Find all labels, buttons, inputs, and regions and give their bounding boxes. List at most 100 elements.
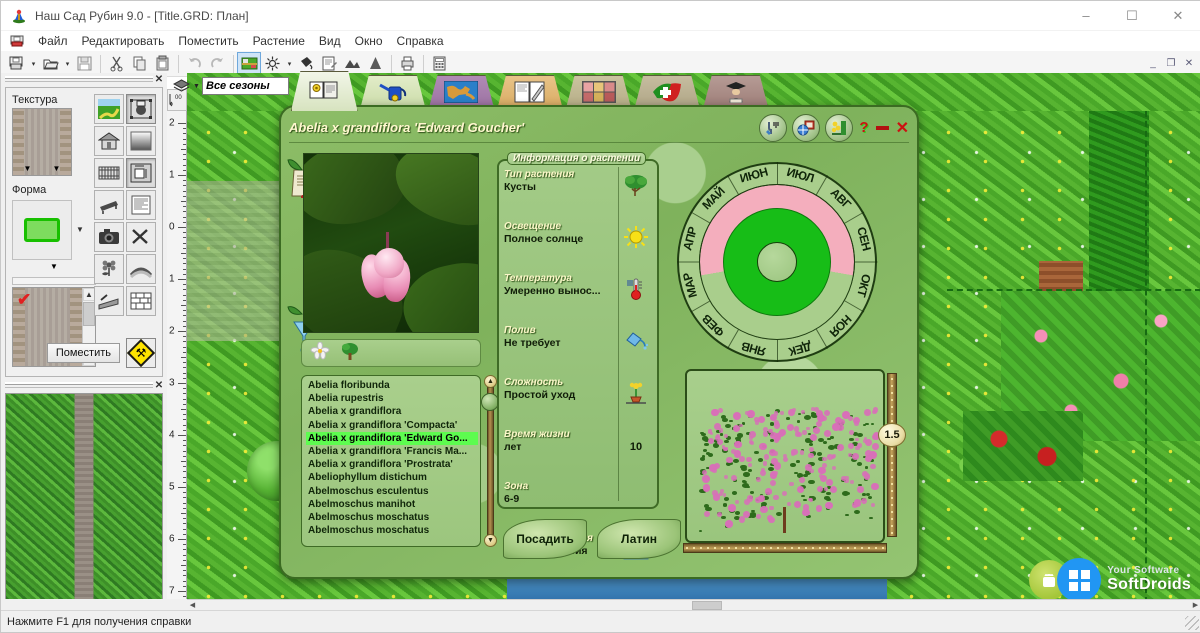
plant-list-scrollbar[interactable]: ▲ ▼ <box>481 375 499 547</box>
plant-list-item[interactable]: Abelmoschus moschatus <box>306 524 478 537</box>
window-close-button[interactable]: ✕ <box>1155 1 1200 31</box>
mdi-restore-button[interactable]: ❐ <box>1162 56 1180 72</box>
season-dropdown-arrow[interactable]: ▼ <box>191 83 202 90</box>
expand-arrow[interactable]: ▼ <box>12 262 96 271</box>
camera-tool-icon[interactable] <box>94 222 124 252</box>
preview-close-icon[interactable]: ✕ <box>153 380 165 391</box>
menu-item-window[interactable]: Окно <box>348 32 390 50</box>
gradient-tool-icon[interactable] <box>126 126 156 156</box>
plant-list-item[interactable]: Abelia x grandiflora 'Edward Go... <box>306 431 478 445</box>
plant-list-item[interactable]: Abelmoschus esculentus <box>306 485 478 498</box>
dialog-title-bar[interactable]: Abelia x grandiflora 'Edward Goucher' ? … <box>289 113 909 143</box>
layers-icon[interactable] <box>171 77 191 95</box>
horizontal-scroll-thumb[interactable] <box>692 600 722 610</box>
menu-item-edit[interactable]: Редактировать <box>75 32 172 50</box>
print-icon[interactable] <box>396 53 418 75</box>
plant-list-item[interactable]: Abelia rupestris <box>306 392 478 405</box>
window-maximize-button[interactable]: ☐ <box>1109 1 1155 31</box>
copy-icon[interactable] <box>128 53 150 75</box>
plan-view-icon[interactable] <box>237 51 261 76</box>
season-value[interactable]: Все сезоны <box>202 77 289 95</box>
plant-database-dropdown[interactable]: ▾ <box>284 53 295 75</box>
scroll-down-icon[interactable]: ▼ <box>484 534 497 547</box>
menu-item-view[interactable]: Вид <box>312 32 348 50</box>
canvas-horizontal-scrollbar[interactable]: ◀ ▶ <box>187 599 1200 611</box>
tree-filter-icon[interactable] <box>340 342 360 364</box>
menu-item-help[interactable]: Справка <box>390 32 451 50</box>
new-document-icon[interactable] <box>5 53 27 75</box>
place-button[interactable]: Поместить <box>46 343 120 363</box>
brick-tool-icon[interactable] <box>126 286 156 316</box>
layout-tool-icon[interactable] <box>126 94 156 124</box>
panel-drag-handle[interactable]: ✕ <box>1 73 167 85</box>
menu-item-plant[interactable]: Растение <box>246 32 312 50</box>
shape-dropdown-arrow[interactable]: ▼ <box>76 225 84 234</box>
scroll-up-icon[interactable]: ▲ <box>484 375 497 388</box>
resize-grip[interactable] <box>1185 616 1199 630</box>
dialog-close-button[interactable]: ✕ <box>896 118 909 138</box>
vertical-ruler[interactable]: 2 1 0 1 2 3 4 5 6 7 <box>167 111 187 603</box>
calculator-icon[interactable] <box>428 53 450 75</box>
menu-item-place[interactable]: Поместить <box>171 32 245 50</box>
plant-list-item[interactable]: Abelia x grandiflora 'Francis Ma... <box>306 445 478 458</box>
bush-flower <box>768 490 773 494</box>
fence-tool-icon[interactable] <box>94 158 124 188</box>
edging-tool-icon[interactable] <box>94 286 124 316</box>
plant-list-item[interactable]: Abelmoschus moschatus <box>306 511 478 524</box>
tab-encyclopedia[interactable] <box>291 71 358 111</box>
settings-tool-icon[interactable] <box>126 222 156 252</box>
plant-list-item[interactable]: Abelia x grandiflora 'Prostrata' <box>306 458 478 471</box>
landscape-tool-icon[interactable] <box>94 94 124 124</box>
texture-preview-swatch[interactable]: ▼ ▼ <box>12 108 72 176</box>
plant-list-item[interactable]: Abelia x grandiflora <box>306 405 478 418</box>
new-document-dropdown[interactable]: ▾ <box>28 53 39 75</box>
tools-button[interactable] <box>759 113 788 142</box>
scroll-left-icon[interactable]: ◀ <box>187 599 198 611</box>
redo-icon[interactable] <box>206 53 228 75</box>
bloom-calendar-wheel[interactable]: ЯНВ ФЕВ МАР АПР МАЙ ИЮН ИЮЛ АВГ СЕН ОКТ НОЯ ДЕК <box>677 162 877 362</box>
texture-scroll-track[interactable] <box>12 277 96 285</box>
bush-leaf <box>830 435 835 439</box>
width-ruler[interactable] <box>683 543 887 553</box>
flower-filter-icon[interactable] <box>310 341 330 364</box>
dimension-tool-icon[interactable] <box>126 158 156 188</box>
warning-button[interactable]: ⚒ <box>126 338 156 368</box>
plant-list-item[interactable]: Abelia floribunda <box>306 379 478 392</box>
mdi-minimize-button[interactable]: _ <box>1144 56 1162 72</box>
house-tool-icon[interactable] <box>94 126 124 156</box>
menu-item-file[interactable]: Файл <box>31 32 75 50</box>
bridge-tool-icon[interactable] <box>126 254 156 284</box>
plant-3d-preview[interactable] <box>685 369 885 543</box>
plant-name-list[interactable]: Abelia floribunda Abelia rupestris Abelia … <box>301 375 481 547</box>
undo-icon[interactable] <box>183 53 205 75</box>
plant-it-button[interactable]: Посадить <box>503 519 587 559</box>
text-tool-icon[interactable] <box>126 190 156 220</box>
latin-button[interactable]: Латин <box>597 519 681 559</box>
scroll-right-icon[interactable]: ▶ <box>1190 599 1200 611</box>
dialog-help-button[interactable]: ? <box>859 119 868 136</box>
bush-flower <box>722 492 727 497</box>
flower-tool-icon[interactable] <box>94 254 124 284</box>
window-minimize-button[interactable]: – <box>1063 1 1109 31</box>
panel-close-icon[interactable]: ✕ <box>153 74 165 85</box>
ruler-tick <box>183 325 186 327</box>
design-button[interactable] <box>792 113 821 142</box>
plant-list-item[interactable]: Abelmoschus manihot <box>306 498 478 511</box>
mdi-close-button[interactable]: ✕ <box>1180 56 1198 72</box>
open-document-dropdown[interactable]: ▾ <box>62 53 73 75</box>
preview-panel-handle[interactable]: ✕ <box>1 379 167 391</box>
height-ruler[interactable] <box>887 373 897 537</box>
plant-list-item[interactable]: Abelia x grandiflora 'Compacta' <box>306 419 478 432</box>
plant-list-item[interactable]: Abeliophyllum distichum <box>306 471 478 484</box>
cut-icon[interactable] <box>105 53 127 75</box>
shape-preview[interactable] <box>12 200 72 260</box>
plant-button[interactable] <box>825 113 854 142</box>
cone-tool-icon[interactable] <box>364 53 386 75</box>
plant-database-icon[interactable] <box>261 53 283 75</box>
save-document-icon[interactable] <box>73 53 95 75</box>
bench-tool-icon[interactable] <box>94 190 124 220</box>
dialog-minimize-button[interactable] <box>875 125 889 130</box>
paste-icon[interactable] <box>151 53 173 75</box>
open-document-icon[interactable] <box>39 53 61 75</box>
bush-flower <box>802 430 807 435</box>
